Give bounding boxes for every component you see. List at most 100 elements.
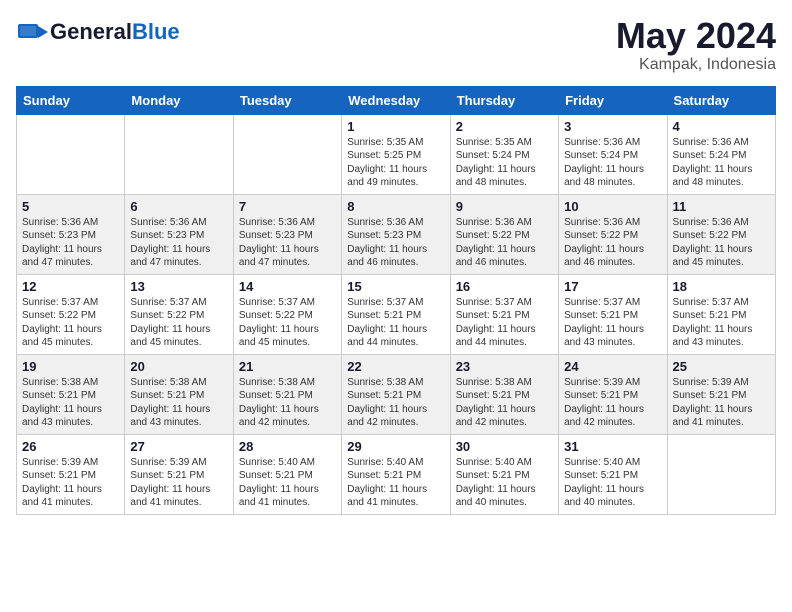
day-info: Sunrise: 5:37 AM Sunset: 5:21 PM Dayligh… (347, 296, 444, 350)
calendar-cell: 30 Sunrise: 5:40 AM Sunset: 5:21 PM Dayli… (450, 434, 558, 514)
calendar-week-row: 26 Sunrise: 5:39 AM Sunset: 5:21 PM Dayli… (17, 434, 776, 514)
calendar-week-row: 19 Sunrise: 5:38 AM Sunset: 5:21 PM Dayli… (17, 354, 776, 434)
calendar-cell: 25Sunrise: 5:39 AM Sunset: 5:21 PM Dayli… (667, 354, 775, 434)
day-info: Sunrise: 5:36 AM Sunset: 5:24 PM Dayligh… (564, 136, 661, 190)
calendar-cell: 26Sunrise: 5:39 AM Sunset: 5:21 PM Dayli… (17, 434, 125, 514)
calendar-cell (17, 114, 125, 194)
calendar-cell: 9 Sunrise: 5:36 AM Sunset: 5:22 PM Daylig… (450, 194, 558, 274)
day-number: 22 (347, 359, 444, 374)
month-title: May 2024 (616, 16, 776, 56)
calendar-cell: 20Sunrise: 5:38 AM Sunset: 5:21 PM Dayli… (125, 354, 233, 434)
weekday-header-thursday: Thursday (450, 86, 558, 114)
calendar-cell: 28 Sunrise: 5:40 AM Sunset: 5:21 PM Dayli… (233, 434, 341, 514)
day-info: Sunrise: 5:38 AM Sunset: 5:21 PM Dayligh… (22, 376, 119, 430)
day-number: 28 (239, 439, 336, 454)
header: GeneralBlue May 2024 Kampak, Indonesia (16, 16, 776, 74)
day-info: Sunrise: 5:36 AM Sunset: 5:22 PM Dayligh… (673, 216, 770, 270)
calendar-cell: 22 Sunrise: 5:38 AM Sunset: 5:21 PM Dayli… (342, 354, 450, 434)
calendar-cell: 17 Sunrise: 5:37 AM Sunset: 5:21 PM Dayli… (559, 274, 667, 354)
day-number: 27 (130, 439, 227, 454)
calendar-header-row: SundayMondayTuesdayWednesdayThursdayFrid… (17, 86, 776, 114)
day-number: 8 (347, 199, 444, 214)
day-number: 14 (239, 279, 336, 294)
calendar-cell: 29 Sunrise: 5:40 AM Sunset: 5:21 PM Dayli… (342, 434, 450, 514)
day-info: Sunrise: 5:37 AM Sunset: 5:21 PM Dayligh… (673, 296, 770, 350)
day-number: 12 (22, 279, 119, 294)
day-number: 19 (22, 359, 119, 374)
day-info: Sunrise: 5:38 AM Sunset: 5:21 PM Dayligh… (239, 376, 336, 430)
day-info: Sunrise: 5:40 AM Sunset: 5:21 PM Dayligh… (456, 456, 553, 510)
day-number: 30 (456, 439, 553, 454)
day-info: Sunrise: 5:39 AM Sunset: 5:21 PM Dayligh… (130, 456, 227, 510)
calendar-cell: 23Sunrise: 5:38 AM Sunset: 5:21 PM Dayli… (450, 354, 558, 434)
day-info: Sunrise: 5:40 AM Sunset: 5:21 PM Dayligh… (239, 456, 336, 510)
calendar-cell (667, 434, 775, 514)
calendar-cell: 5Sunrise: 5:36 AM Sunset: 5:23 PM Daylig… (17, 194, 125, 274)
calendar-cell: 27 Sunrise: 5:39 AM Sunset: 5:21 PM Dayli… (125, 434, 233, 514)
logo-general-text: GeneralBlue (50, 19, 180, 45)
calendar-cell (233, 114, 341, 194)
calendar-cell: 6 Sunrise: 5:36 AM Sunset: 5:23 PM Daylig… (125, 194, 233, 274)
calendar-cell: 24 Sunrise: 5:39 AM Sunset: 5:21 PM Dayli… (559, 354, 667, 434)
logo: GeneralBlue (16, 16, 180, 48)
calendar-cell: 4 Sunrise: 5:36 AM Sunset: 5:24 PM Daylig… (667, 114, 775, 194)
calendar-cell: 18 Sunrise: 5:37 AM Sunset: 5:21 PM Dayli… (667, 274, 775, 354)
day-number: 1 (347, 119, 444, 134)
day-number: 21 (239, 359, 336, 374)
location: Kampak, Indonesia (616, 56, 776, 74)
calendar-table: SundayMondayTuesdayWednesdayThursdayFrid… (16, 86, 776, 515)
day-info: Sunrise: 5:40 AM Sunset: 5:21 PM Dayligh… (347, 456, 444, 510)
day-info: Sunrise: 5:36 AM Sunset: 5:22 PM Dayligh… (564, 216, 661, 270)
day-number: 31 (564, 439, 661, 454)
day-number: 6 (130, 199, 227, 214)
calendar-cell: 19 Sunrise: 5:38 AM Sunset: 5:21 PM Dayli… (17, 354, 125, 434)
day-number: 24 (564, 359, 661, 374)
weekday-header-wednesday: Wednesday (342, 86, 450, 114)
day-number: 18 (673, 279, 770, 294)
day-info: Sunrise: 5:36 AM Sunset: 5:23 PM Dayligh… (130, 216, 227, 270)
calendar-cell: 16Sunrise: 5:37 AM Sunset: 5:21 PM Dayli… (450, 274, 558, 354)
day-number: 5 (22, 199, 119, 214)
weekday-header-monday: Monday (125, 86, 233, 114)
day-number: 9 (456, 199, 553, 214)
day-info: Sunrise: 5:37 AM Sunset: 5:21 PM Dayligh… (456, 296, 553, 350)
day-number: 2 (456, 119, 553, 134)
calendar-cell: 1 Sunrise: 5:35 AM Sunset: 5:25 PM Daylig… (342, 114, 450, 194)
day-number: 25 (673, 359, 770, 374)
day-info: Sunrise: 5:36 AM Sunset: 5:24 PM Dayligh… (673, 136, 770, 190)
day-number: 7 (239, 199, 336, 214)
logo-icon (16, 16, 48, 48)
day-number: 11 (673, 199, 770, 214)
day-number: 3 (564, 119, 661, 134)
day-info: Sunrise: 5:36 AM Sunset: 5:23 PM Dayligh… (347, 216, 444, 270)
calendar-cell: 21 Sunrise: 5:38 AM Sunset: 5:21 PM Dayli… (233, 354, 341, 434)
day-info: Sunrise: 5:35 AM Sunset: 5:25 PM Dayligh… (347, 136, 444, 190)
weekday-header-sunday: Sunday (17, 86, 125, 114)
calendar-week-row: 1 Sunrise: 5:35 AM Sunset: 5:25 PM Daylig… (17, 114, 776, 194)
day-number: 10 (564, 199, 661, 214)
weekday-header-tuesday: Tuesday (233, 86, 341, 114)
day-info: Sunrise: 5:39 AM Sunset: 5:21 PM Dayligh… (564, 376, 661, 430)
calendar-cell: 31 Sunrise: 5:40 AM Sunset: 5:21 PM Dayli… (559, 434, 667, 514)
day-info: Sunrise: 5:36 AM Sunset: 5:23 PM Dayligh… (239, 216, 336, 270)
calendar-cell: 8 Sunrise: 5:36 AM Sunset: 5:23 PM Daylig… (342, 194, 450, 274)
day-number: 17 (564, 279, 661, 294)
calendar-week-row: 5 Sunrise: 5:36 AM Sunset: 5:23 PM Daylig… (17, 194, 776, 274)
day-info: Sunrise: 5:36 AM Sunset: 5:22 PM Dayligh… (456, 216, 553, 270)
calendar-cell: 11 Sunrise: 5:36 AM Sunset: 5:22 PM Dayli… (667, 194, 775, 274)
day-info: Sunrise: 5:40 AM Sunset: 5:21 PM Dayligh… (564, 456, 661, 510)
day-info: Sunrise: 5:35 AM Sunset: 5:24 PM Dayligh… (456, 136, 553, 190)
day-number: 29 (347, 439, 444, 454)
day-info: Sunrise: 5:37 AM Sunset: 5:21 PM Dayligh… (564, 296, 661, 350)
calendar-cell: 14Sunrise: 5:37 AM Sunset: 5:22 PM Dayli… (233, 274, 341, 354)
weekday-header-saturday: Saturday (667, 86, 775, 114)
calendar-cell (125, 114, 233, 194)
day-info: Sunrise: 5:38 AM Sunset: 5:21 PM Dayligh… (456, 376, 553, 430)
day-number: 26 (22, 439, 119, 454)
day-info: Sunrise: 5:38 AM Sunset: 5:21 PM Dayligh… (130, 376, 227, 430)
calendar-cell: 2 Sunrise: 5:35 AM Sunset: 5:24 PM Daylig… (450, 114, 558, 194)
day-info: Sunrise: 5:38 AM Sunset: 5:21 PM Dayligh… (347, 376, 444, 430)
calendar-cell: 13Sunrise: 5:37 AM Sunset: 5:22 PM Dayli… (125, 274, 233, 354)
title-area: May 2024 Kampak, Indonesia (616, 16, 776, 74)
day-number: 4 (673, 119, 770, 134)
